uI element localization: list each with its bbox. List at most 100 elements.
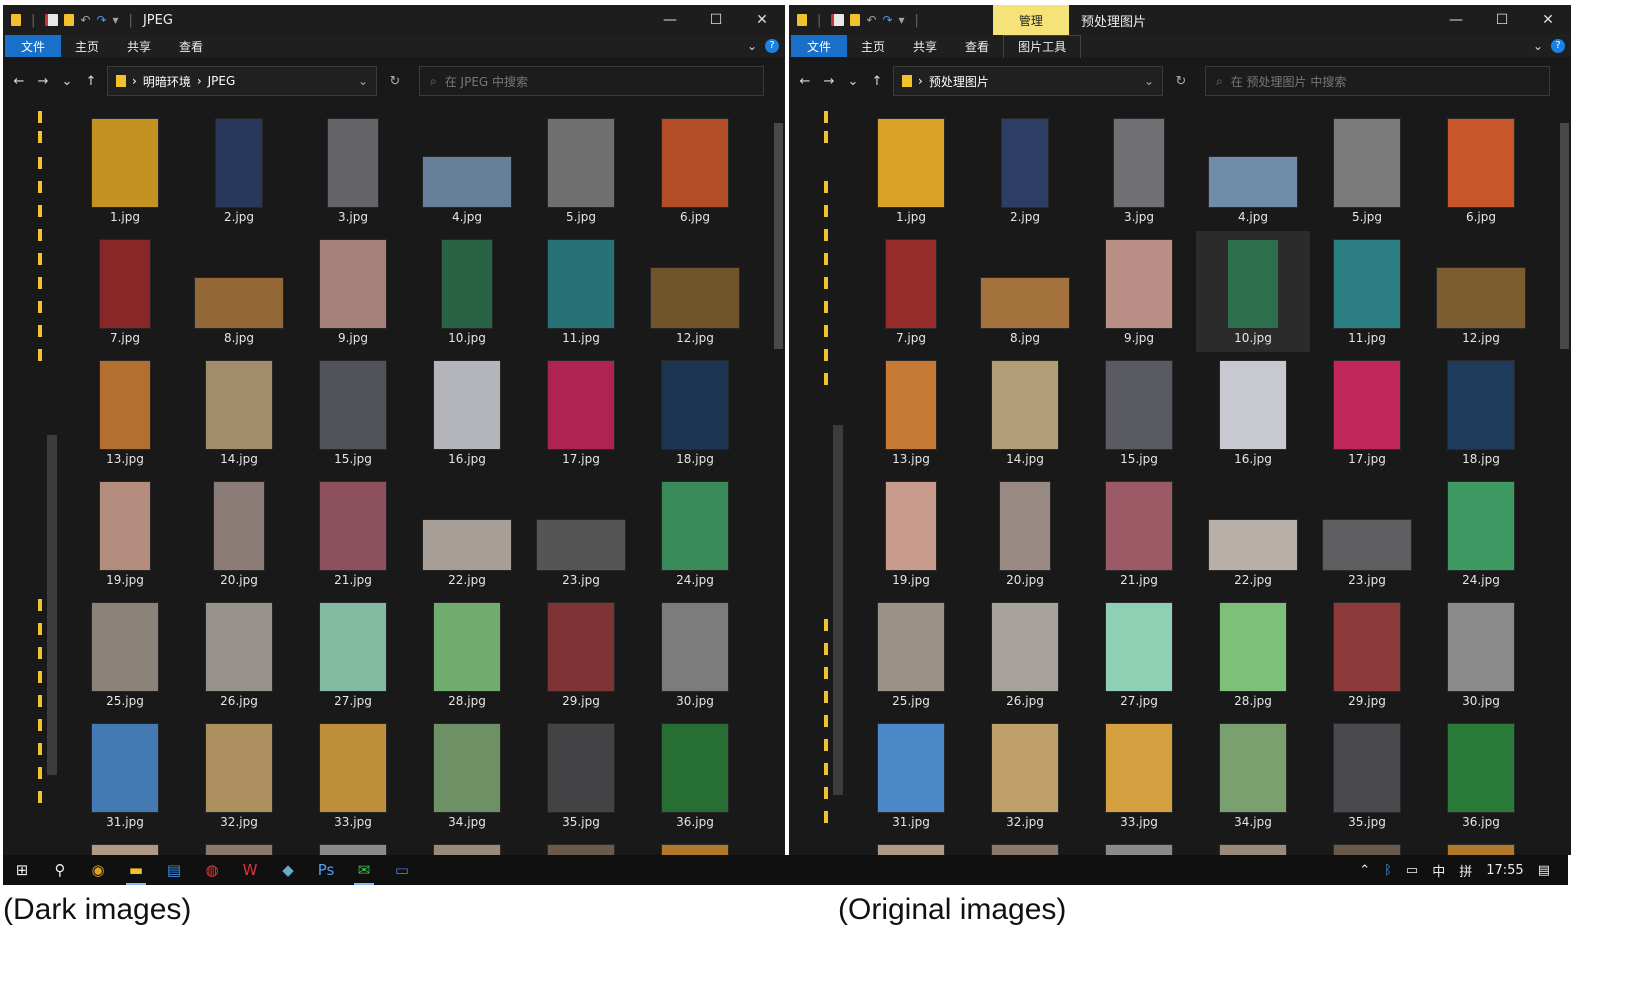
file-item[interactable]: 20.jpg [182, 473, 296, 594]
chevron-down-icon[interactable]: ⌄ [358, 74, 368, 88]
file-item[interactable]: 24.jpg [1424, 473, 1538, 594]
nav-scrollbar-thumb[interactable] [833, 425, 843, 795]
file-item[interactable]: 26.jpg [968, 594, 1082, 715]
file-item[interactable]: 5.jpg [1310, 110, 1424, 231]
search-input[interactable]: ⌕ 在 预处理图片 中搜索 [1205, 66, 1550, 96]
back-icon[interactable]: ← [797, 74, 813, 89]
tab-home[interactable]: 主页 [61, 35, 113, 57]
refresh-icon[interactable]: ↻ [385, 74, 405, 89]
browser-icon[interactable]: ◉ [86, 858, 110, 882]
pinned-folder-icon[interactable] [824, 373, 828, 385]
file-item[interactable]: 16.jpg [410, 352, 524, 473]
expand-ribbon-icon[interactable]: ⌄ [1533, 39, 1543, 53]
file-item[interactable]: 5.jpg [524, 110, 638, 231]
pinned-folder-icon[interactable] [38, 671, 42, 683]
new-folder-icon[interactable] [850, 14, 861, 26]
file-item[interactable]: 25.jpg [68, 594, 182, 715]
file-item[interactable]: 19.jpg [854, 473, 968, 594]
file-item[interactable]: 20.jpg [968, 473, 1082, 594]
file-item[interactable] [1424, 836, 1538, 855]
file-item[interactable]: 25.jpg [854, 594, 968, 715]
file-item[interactable]: 11.jpg [524, 231, 638, 352]
wechat-icon[interactable]: ✉ [352, 858, 376, 885]
file-item[interactable] [638, 836, 752, 855]
pinned-folder-icon[interactable] [38, 623, 42, 635]
file-item[interactable]: 34.jpg [410, 715, 524, 836]
pinned-folder-icon[interactable] [38, 157, 42, 169]
recent-locations-icon[interactable]: ⌄ [845, 74, 861, 89]
file-item[interactable]: 17.jpg [1310, 352, 1424, 473]
up-icon[interactable]: ↑ [869, 74, 885, 89]
tab-manage[interactable]: 管理 [992, 5, 1069, 35]
recent-locations-icon[interactable]: ⌄ [59, 74, 75, 89]
maximize-button[interactable]: ☐ [693, 12, 739, 28]
up-icon[interactable]: ↑ [83, 74, 99, 89]
tab-share[interactable]: 共享 [899, 35, 951, 57]
file-item[interactable]: 11.jpg [1310, 231, 1424, 352]
close-button[interactable]: ✕ [739, 12, 785, 28]
file-item[interactable]: 12.jpg [1424, 231, 1538, 352]
folder-icon[interactable] [11, 14, 21, 26]
file-item[interactable]: 18.jpg [638, 352, 752, 473]
ime-indicator[interactable]: 中 [1432, 861, 1445, 880]
file-item[interactable] [524, 836, 638, 855]
pinned-folder-icon[interactable] [38, 647, 42, 659]
help-icon[interactable]: ? [1551, 39, 1565, 53]
pinned-folder-icon[interactable] [824, 643, 828, 655]
pinned-folder-icon[interactable] [38, 791, 42, 803]
file-item[interactable]: 21.jpg [296, 473, 410, 594]
file-item[interactable]: 31.jpg [68, 715, 182, 836]
file-item[interactable]: 2.jpg [182, 110, 296, 231]
file-item[interactable]: 22.jpg [410, 473, 524, 594]
undo-icon[interactable]: ↶ [866, 13, 876, 27]
file-item[interactable]: 8.jpg [182, 231, 296, 352]
file-item[interactable] [410, 836, 524, 855]
start-icon[interactable]: ⊞ [10, 858, 34, 882]
redo-icon[interactable]: ↷ [882, 13, 892, 27]
nav-scrollbar-thumb[interactable] [47, 435, 57, 775]
tab-picture-tools[interactable]: 图片工具 [1003, 34, 1082, 58]
file-item[interactable]: 26.jpg [182, 594, 296, 715]
file-item[interactable]: 30.jpg [638, 594, 752, 715]
pinned-folder-icon[interactable] [38, 181, 42, 193]
file-item[interactable] [182, 836, 296, 855]
nav-scrollbar[interactable] [831, 105, 845, 855]
content-scrollbar-thumb[interactable] [1560, 123, 1569, 349]
chrome-icon[interactable]: ◍ [200, 858, 224, 882]
file-item[interactable]: 28.jpg [410, 594, 524, 715]
navigation-pane[interactable] [789, 105, 847, 855]
search-icon[interactable]: ⚲ [48, 858, 72, 882]
file-item[interactable]: 31.jpg [854, 715, 968, 836]
file-item[interactable]: 21.jpg [1082, 473, 1196, 594]
file-item[interactable]: 27.jpg [296, 594, 410, 715]
customize-dropdown-icon[interactable]: ▾ [113, 13, 119, 27]
file-item[interactable]: 32.jpg [968, 715, 1082, 836]
app-icon[interactable]: ◆ [276, 858, 300, 882]
files-icon[interactable]: ▤ [162, 858, 186, 882]
pinned-folder-icon[interactable] [38, 111, 42, 123]
file-item[interactable]: 17.jpg [524, 352, 638, 473]
notification-icon[interactable]: ▤ [1538, 863, 1550, 878]
file-item[interactable] [296, 836, 410, 855]
file-item[interactable]: 28.jpg [1196, 594, 1310, 715]
file-item[interactable]: 15.jpg [1082, 352, 1196, 473]
file-item[interactable]: 13.jpg [68, 352, 182, 473]
pinned-folder-icon[interactable] [38, 253, 42, 265]
content-scrollbar-thumb[interactable] [774, 123, 783, 349]
pinned-folder-icon[interactable] [38, 719, 42, 731]
file-item[interactable]: 16.jpg [1196, 352, 1310, 473]
folder-icon[interactable] [797, 14, 807, 26]
properties-icon[interactable] [45, 14, 59, 26]
file-item[interactable]: 18.jpg [1424, 352, 1538, 473]
forward-icon[interactable]: → [35, 74, 51, 89]
file-item[interactable]: 2.jpg [968, 110, 1082, 231]
photoshop-icon[interactable]: Ps [314, 858, 338, 882]
file-item[interactable]: 22.jpg [1196, 473, 1310, 594]
customize-dropdown-icon[interactable]: ▾ [899, 13, 905, 27]
file-item[interactable]: 29.jpg [524, 594, 638, 715]
file-item[interactable]: 3.jpg [1082, 110, 1196, 231]
pinned-folder-icon[interactable] [824, 277, 828, 289]
file-item[interactable]: 30.jpg [1424, 594, 1538, 715]
content-scrollbar[interactable] [1557, 105, 1571, 855]
file-item[interactable]: 1.jpg [68, 110, 182, 231]
